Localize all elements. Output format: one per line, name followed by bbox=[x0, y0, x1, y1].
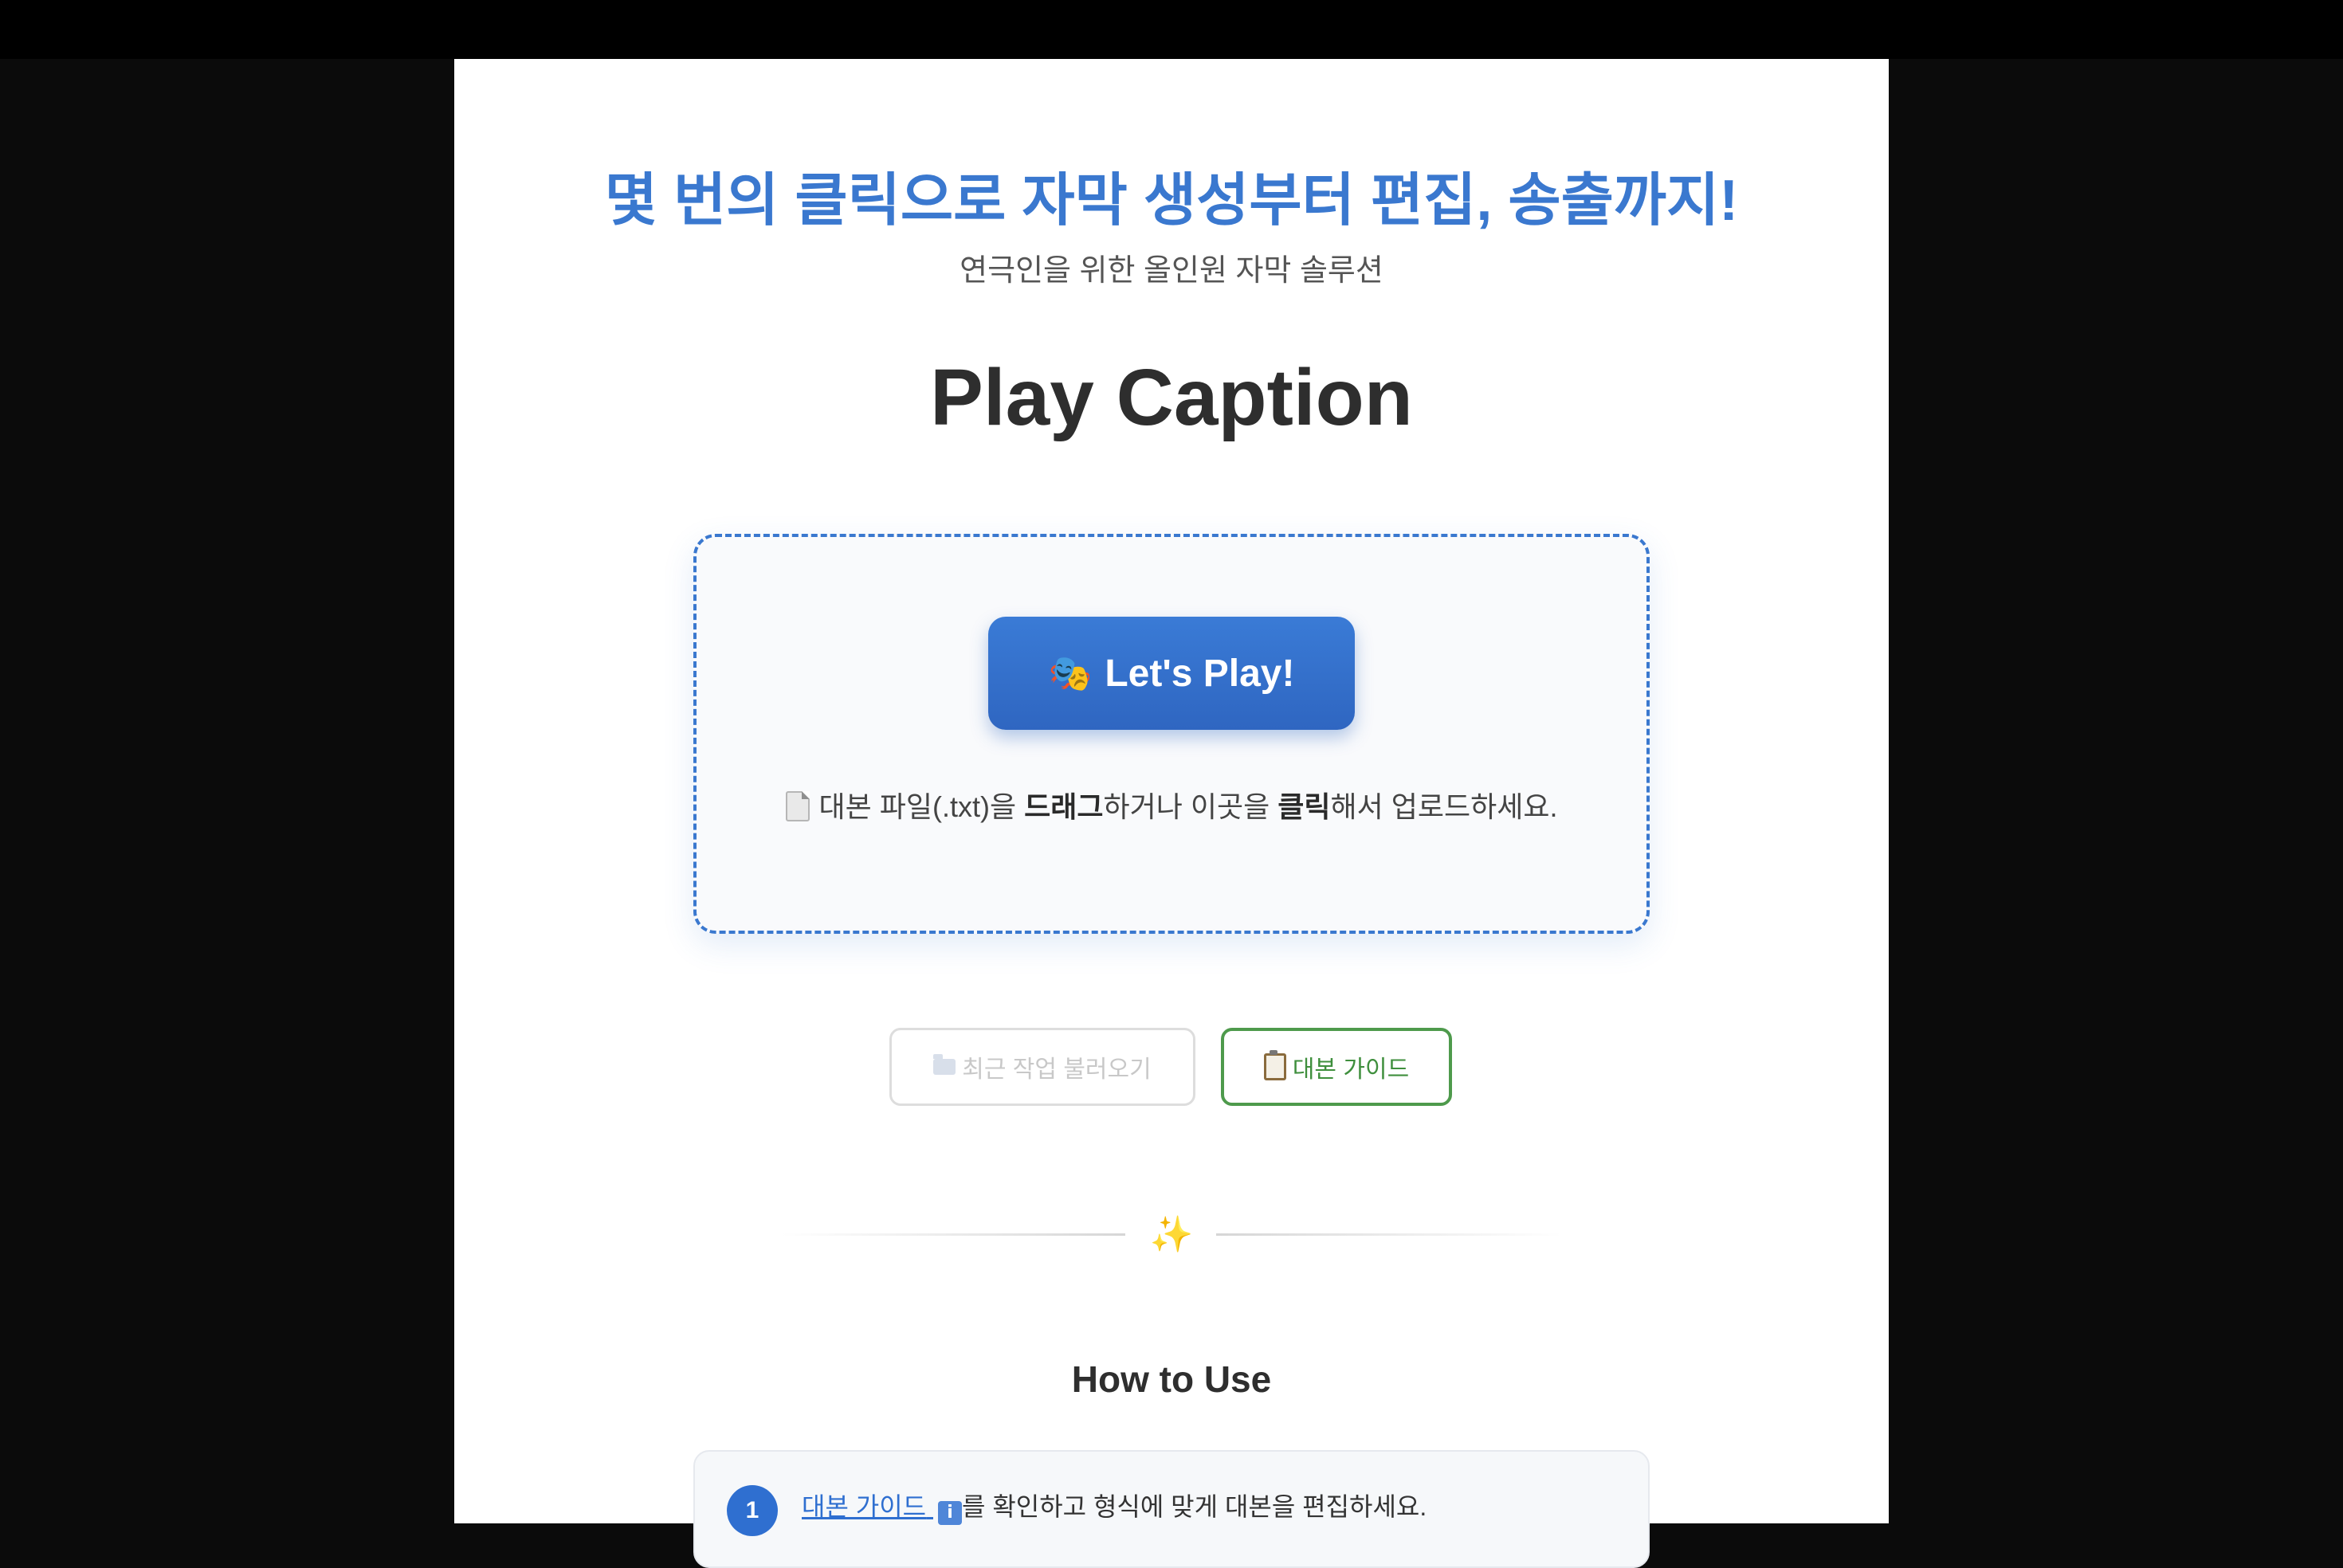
lets-play-button[interactable]: 🎭 Let's Play! bbox=[988, 617, 1355, 730]
clipboard-icon bbox=[1263, 1050, 1286, 1080]
script-guide-button[interactable]: 대본 가이드 bbox=[1221, 1028, 1452, 1106]
recent-work-button[interactable]: 최근 작업 불러오기 bbox=[889, 1028, 1195, 1106]
how-to-use-title: How to Use bbox=[1071, 1358, 1272, 1400]
browser-top-bar bbox=[0, 0, 2343, 59]
performing-arts-icon: 🎭 bbox=[1048, 653, 1093, 694]
lets-play-label: Let's Play! bbox=[1105, 652, 1295, 695]
script-guide-link[interactable]: 대본 가이드 i bbox=[802, 1492, 962, 1525]
step-number-badge: 1 bbox=[727, 1485, 778, 1536]
sparkles-icon: ✨ bbox=[1149, 1214, 1194, 1255]
recent-work-label: 최근 작업 불러오기 bbox=[962, 1056, 1152, 1083]
upload-hint-pre: 대본 파일(.txt)을 bbox=[818, 790, 1025, 823]
step-text: 대본 가이드 i를 확인하고 형식에 맞게 대본을 편집하세요. bbox=[802, 1487, 1427, 1525]
hero-subtitle: 연극인을 위한 올인원 자막 솔루션 bbox=[960, 254, 1383, 288]
document-icon bbox=[785, 791, 810, 821]
upload-hint-drag: 드래그 bbox=[1024, 790, 1104, 823]
main-page: 몇 번의 클릭으로 자막 생성부터 편집, 송출까지! 연극인을 위한 올인원 … bbox=[454, 59, 1889, 1568]
script-guide-link-label: 대본 가이드 bbox=[802, 1492, 927, 1521]
step-description: 를 확인하고 형식에 맞게 대본을 편집하세요. bbox=[961, 1492, 1427, 1521]
section-divider-left bbox=[781, 1233, 1125, 1236]
hero-headline: 몇 번의 클릭으로 자막 생성부터 편집, 송출까지! bbox=[604, 169, 1739, 233]
upload-hint-mid: 하거나 이곳을 bbox=[1103, 790, 1278, 823]
brand-title: Play Caption bbox=[930, 353, 1413, 442]
upload-hint-post: 해서 업로드하세요. bbox=[1330, 790, 1558, 823]
upload-hint-click: 클릭 bbox=[1277, 790, 1331, 823]
script-guide-label: 대본 가이드 bbox=[1292, 1056, 1410, 1083]
section-divider-right bbox=[1216, 1233, 1562, 1236]
folder-icon bbox=[933, 1054, 956, 1075]
upload-hint: 대본 파일(.txt)을 드래그하거나 이곳을 클릭해서 업로드하세요. bbox=[697, 784, 1646, 825]
info-icon: i bbox=[937, 1501, 962, 1525]
how-to-step-card: 1 대본 가이드 i를 확인하고 형식에 맞게 대본을 편집하세요. bbox=[693, 1450, 1650, 1568]
script-upload-dropzone[interactable]: 🎭 Let's Play! 대본 파일(.txt)을 드래그하거나 이곳을 클릭… bbox=[693, 534, 1650, 934]
